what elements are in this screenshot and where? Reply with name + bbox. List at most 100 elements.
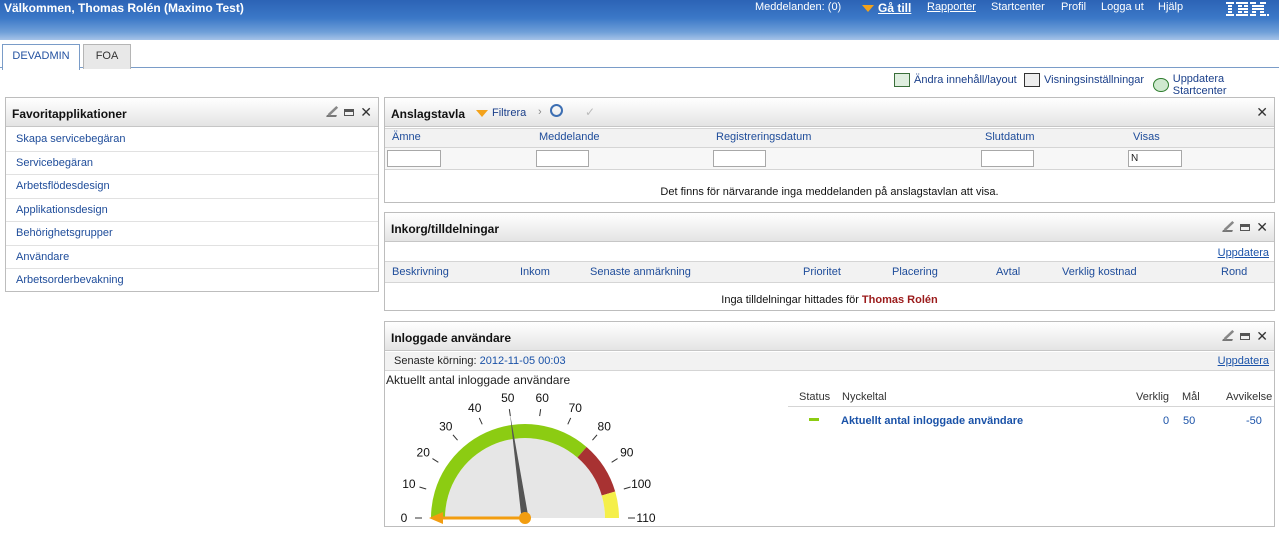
edit-icon[interactable] (326, 107, 341, 117)
help-link[interactable]: Hjälp (1158, 1, 1183, 13)
kpi-row-target: 50 (1183, 415, 1196, 427)
visible-filter-input[interactable]: N (1128, 150, 1182, 167)
favorites-portlet: Favoritapplikationer ✕ Skapa servicebegä… (5, 97, 379, 292)
edit-icon[interactable] (1222, 222, 1237, 232)
close-icon[interactable]: ✕ (1256, 220, 1268, 234)
refresh-startcenter-label: Uppdatera Startcenter (1172, 73, 1227, 97)
inbox-empty-user: Thomas Rolén (861, 294, 938, 306)
column-description[interactable]: Beskrivning (392, 266, 449, 278)
inbox-empty-message: Inga tilldelningar hittades för Thomas R… (385, 294, 1274, 306)
favorite-item-servicebegaran[interactable]: Servicebegäran (6, 152, 378, 175)
message-filter-input[interactable] (536, 150, 589, 167)
goto-label: Gå till (878, 1, 912, 15)
end-date-filter-input[interactable] (981, 150, 1034, 167)
column-route[interactable]: Rond (1221, 266, 1247, 278)
column-message[interactable]: Meddelande (539, 131, 600, 143)
display-settings-label: Visningsinställningar (1044, 74, 1145, 86)
gauge-label-100: 100 (631, 477, 651, 491)
chevron-right-icon[interactable]: › (538, 106, 542, 118)
gauge-tick-90 (611, 458, 618, 463)
kpi-row-variance: -50 (1246, 415, 1262, 427)
gauge-title: Aktuellt antal inloggade användare (386, 373, 571, 387)
registration-date-filter-input[interactable] (713, 150, 766, 167)
last-run: Senaste körning: 2012-11-05 00:03 (394, 355, 566, 367)
gauge-tick-70 (567, 417, 572, 425)
logout-link[interactable]: Logga ut (1101, 1, 1144, 13)
tab-foa[interactable]: FOA (83, 44, 131, 69)
logged-in-refresh-link[interactable]: Uppdatera (1218, 355, 1269, 367)
filter-button[interactable]: Filtrera (476, 107, 526, 119)
kpi-status-indicator-icon (809, 418, 819, 421)
favorites-title: Favoritapplikationer (12, 107, 127, 121)
favorites-header: Favoritapplikationer ✕ (6, 98, 378, 127)
minimize-icon[interactable] (344, 108, 355, 116)
column-visible[interactable]: Visas (1133, 131, 1160, 143)
bulletin-title: Anslagstavla (391, 107, 466, 121)
layout-icon (894, 73, 910, 87)
profile-link[interactable]: Profil (1061, 1, 1086, 13)
column-contract[interactable]: Avtal (996, 266, 1020, 278)
settings-sliders-icon (1024, 73, 1040, 87)
favorite-item-applikationsdesign[interactable]: Applikationsdesign (6, 199, 378, 222)
bulletin-portlet: Anslagstavla Filtrera › ✓ ✕ Ämne Meddela… (384, 97, 1275, 203)
welcome-text: Välkommen, Thomas Rolén (Maximo Test) (4, 1, 244, 15)
gauge-hub (519, 512, 531, 524)
gauge-label-30: 30 (439, 420, 453, 434)
favorite-item-arbetsorderbevakning[interactable]: Arbetsorderbevakning (6, 269, 378, 293)
change-layout-link[interactable]: Ändra innehåll/layout (894, 73, 1017, 87)
column-last-note[interactable]: Senaste anmärkning (590, 266, 691, 278)
inbox-header: Inkorg/tilldelningar ✕ (385, 213, 1274, 242)
goto-menu[interactable]: Gå till (862, 1, 911, 15)
kpi-column-status: Status (799, 391, 831, 403)
change-layout-label: Ändra innehåll/layout (914, 74, 1017, 86)
favorite-item-skapa-servicebegaran[interactable]: Skapa servicebegäran (6, 128, 378, 152)
column-received[interactable]: Inkom (520, 266, 550, 278)
gauge-label-40: 40 (468, 401, 482, 415)
goto-arrow-icon (862, 4, 874, 12)
gauge-tick-80 (592, 434, 598, 441)
close-icon[interactable]: ✕ (1256, 105, 1268, 119)
column-actual-cost[interactable]: Verklig kostnad (1062, 266, 1137, 278)
favorites-list: Skapa servicebegäran Servicebegäran Arbe… (6, 128, 378, 293)
subject-filter-input[interactable] (387, 150, 441, 167)
column-end-date[interactable]: Slutdatum (985, 131, 1035, 143)
refresh-startcenter-link[interactable]: Uppdatera Startcenter (1153, 73, 1279, 97)
column-subject[interactable]: Ämne (392, 131, 421, 143)
search-icon[interactable] (550, 104, 563, 117)
ibm-logo (1226, 1, 1270, 17)
minimize-icon[interactable] (1240, 223, 1251, 231)
gauge-label-90: 90 (620, 446, 634, 460)
kpi-column-variance: Avvikelse (1226, 391, 1273, 403)
column-priority[interactable]: Prioritet (803, 266, 841, 278)
clear-filter-icon[interactable]: ✓ (585, 105, 595, 119)
kpi-column-target: Mål (1182, 391, 1200, 403)
gauge-chart: 0 10 20 30 40 50 60 70 80 90 100 110 (401, 391, 656, 525)
gauge-label-10: 10 (402, 477, 416, 491)
close-icon[interactable]: ✕ (360, 105, 372, 119)
favorite-item-behorighetsgrupper[interactable]: Behörighetsgrupper (6, 222, 378, 246)
bulletin-empty-message: Det finns för närvarande inga meddelande… (660, 186, 999, 198)
gauge-label-80: 80 (598, 420, 612, 434)
minimize-icon[interactable] (1240, 332, 1251, 340)
gauge-label-0: 0 (401, 511, 408, 525)
close-icon[interactable]: ✕ (1256, 329, 1268, 343)
gauge-label-20: 20 (417, 446, 431, 460)
logged-in-users-portlet: Inloggade användare ✕ Senaste körning: 2… (384, 321, 1275, 527)
inbox-refresh-link[interactable]: Uppdatera (1218, 247, 1269, 259)
kpi-column-indicator: Nyckeltal (842, 391, 887, 403)
favorite-item-anvandare[interactable]: Användare (6, 246, 378, 269)
reports-link[interactable]: Rapporter (927, 1, 976, 13)
column-registration-date[interactable]: Registreringsdatum (716, 131, 811, 143)
messages-link[interactable]: Meddelanden: (0) (755, 1, 841, 13)
display-settings-link[interactable]: Visningsinställningar (1024, 73, 1144, 87)
column-location[interactable]: Placering (892, 266, 938, 278)
kpi-row-actual: 0 (1163, 415, 1170, 427)
startcenter-link[interactable]: Startcenter (991, 1, 1045, 13)
favorite-item-arbetsflodesdesign[interactable]: Arbetsflödesdesign (6, 175, 378, 199)
top-banner: Välkommen, Thomas Rolén (Maximo Test) Me… (0, 0, 1279, 40)
tab-devadmin[interactable]: DEVADMIN (2, 44, 80, 70)
edit-icon[interactable] (1222, 331, 1237, 341)
kpi-row-name[interactable]: Aktuellt antal inloggade användare (841, 415, 1023, 427)
gauge-tick-20 (432, 458, 439, 463)
refresh-icon (1153, 78, 1169, 92)
